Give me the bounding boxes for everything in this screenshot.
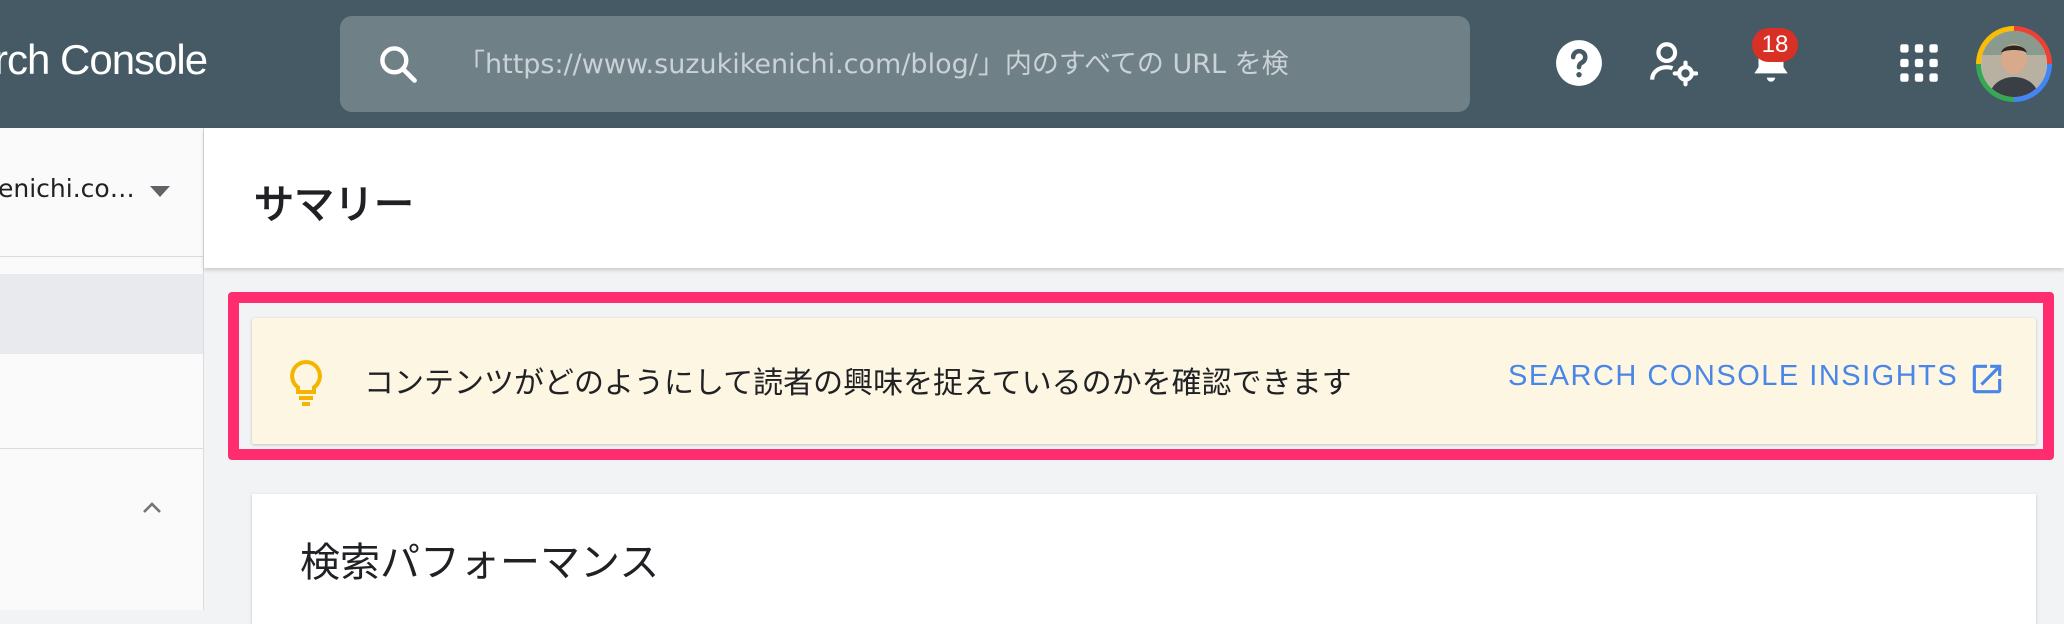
- lightbulb-icon: [290, 359, 322, 406]
- apps-grid-icon[interactable]: [1894, 38, 1944, 88]
- search-input[interactable]: [458, 38, 1358, 90]
- performance-card: 検索パフォーマンス: [252, 494, 2036, 624]
- chevron-up-icon[interactable]: [140, 496, 164, 520]
- search-console-insights-link[interactable]: SEARCH CONSOLE INSIGHTS: [1508, 360, 1958, 393]
- sidebar-divider: [0, 448, 203, 449]
- account-avatar[interactable]: [1976, 26, 2052, 102]
- search-icon[interactable]: [376, 42, 420, 86]
- app-brand[interactable]: rch Console: [0, 36, 208, 84]
- sidebar-item-summary[interactable]: [0, 274, 203, 354]
- property-label: enichi.co…: [0, 174, 135, 203]
- top-app-bar: rch Console 18: [0, 0, 2064, 128]
- insights-banner: コンテンツがどのようにして読者の興味を捉えているのかを確認できます SEARCH…: [252, 318, 2036, 444]
- sidebar: enichi.co…: [0, 128, 204, 610]
- help-icon[interactable]: [1554, 38, 1604, 88]
- search-box[interactable]: [340, 16, 1470, 112]
- insight-message: コンテンツがどのようにして読者の興味を捉えているのかを確認できます: [364, 366, 1352, 401]
- notification-badge: 18: [1752, 28, 1798, 62]
- performance-title: 検索パフォーマンス: [300, 540, 660, 586]
- user-settings-icon[interactable]: [1648, 38, 1698, 88]
- page-header: サマリー: [204, 128, 2064, 268]
- property-selector[interactable]: enichi.co…: [0, 128, 203, 257]
- open-in-new-icon[interactable]: [1968, 360, 2006, 398]
- caret-down-icon: [150, 186, 170, 197]
- page-title: サマリー: [254, 182, 414, 228]
- avatar-photo: [1981, 31, 2047, 97]
